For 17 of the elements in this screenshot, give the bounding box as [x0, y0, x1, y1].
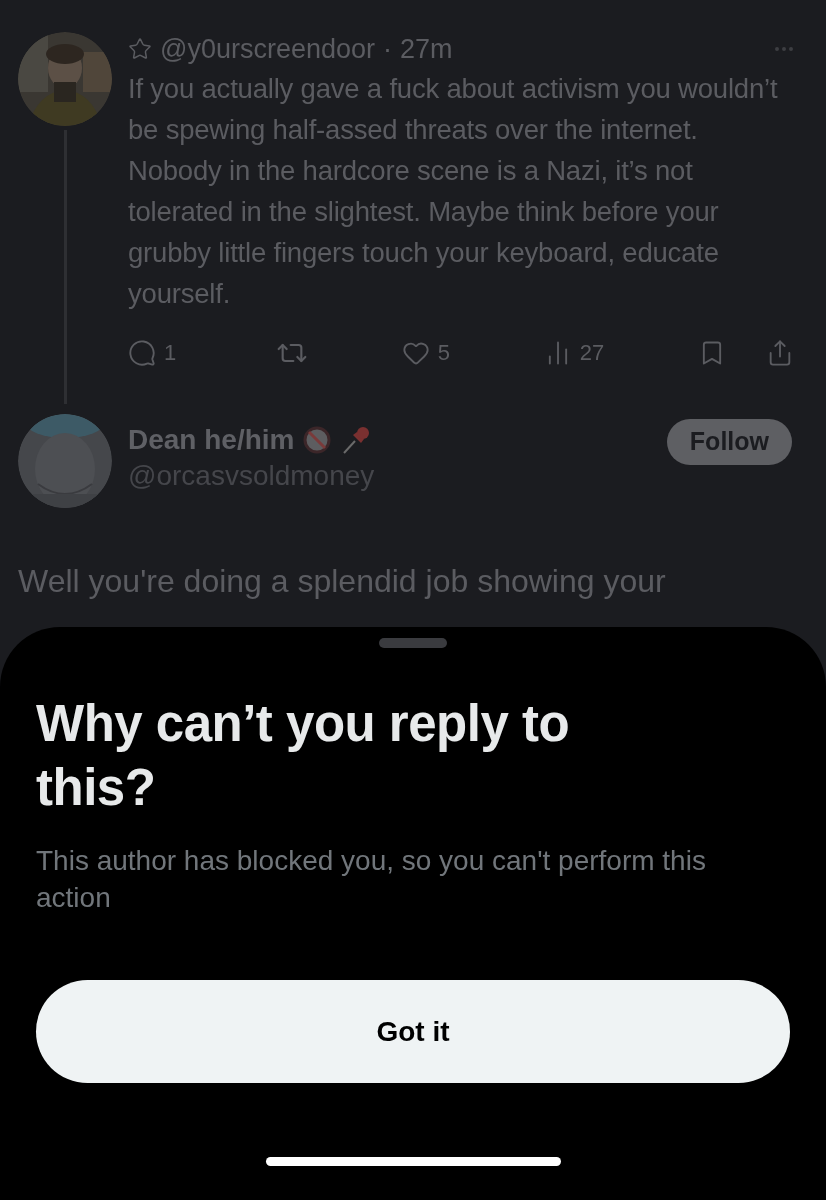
follow-button[interactable]: Follow	[666, 419, 792, 465]
reply-text: If you actually gave a fuck about activism you wouldn’t be spewing half-assed threats over the internet. Nobody in the hardcore scene is a Nazi, it’s not tolerated in the slightest. Maybe think before your grubby little fingers touch your keyboard, educate yourself.	[128, 72, 779, 311]
comment-icon[interactable]	[128, 338, 156, 367]
view-count: 27	[579, 339, 605, 367]
user-handle[interactable]: @y0urscreendoor	[160, 32, 375, 66]
sheet-title: Why can’t you reply to this?	[36, 694, 571, 818]
separator-dot: ·	[383, 33, 392, 66]
sheet-message: This author has blocked you, so you can't perform this action	[36, 844, 707, 915]
got-it-button[interactable]: Got it	[36, 980, 790, 1083]
reply-count: 1	[164, 339, 177, 367]
drag-handle[interactable]	[379, 638, 447, 648]
display-name[interactable]: Dean he/him	[128, 422, 295, 458]
no-under-eighteen-icon	[302, 425, 333, 455]
like-count: 5	[437, 339, 450, 367]
post-time: 27m	[400, 33, 453, 66]
post-text: Well you're doing a splendid job showing your	[17, 562, 667, 601]
star-icon	[128, 37, 152, 61]
